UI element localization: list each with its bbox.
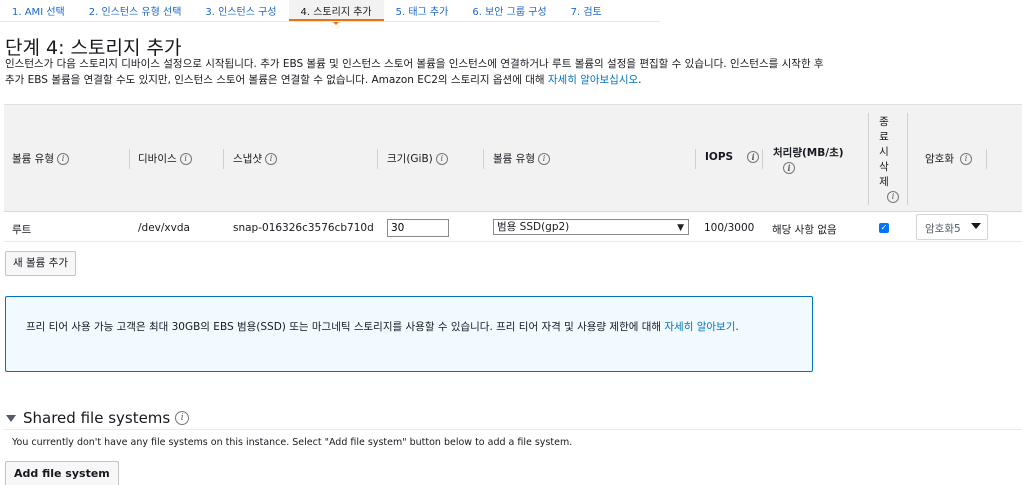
- tabs-divider: [0, 21, 660, 22]
- section-title: Shared file systems: [23, 409, 171, 427]
- row-throughput: 해당 사항 없음: [772, 224, 837, 236]
- header-iops: IOPS i: [705, 151, 760, 163]
- info-icon[interactable]: i: [435, 153, 448, 165]
- notice-text: 프리 티어 사용 가능 고객은 최대 30GB의 EBS 범용(SSD) 또는 …: [26, 321, 739, 333]
- header-snapshot: 스냅샷 i: [233, 151, 277, 166]
- add-new-volume-button[interactable]: 새 볼륨 추가: [5, 251, 76, 276]
- tab-add-tags[interactable]: 5. 태그 추가: [384, 0, 461, 21]
- header-size: 크기(GiB) i: [387, 151, 448, 166]
- chevron-down-icon: ▼: [677, 223, 684, 233]
- learn-more-storage-link[interactable]: 자세히 알아보십시오: [548, 74, 638, 86]
- volume-type-selected: 범용 SSD(gp2): [497, 221, 570, 233]
- column-divider[interactable]: [762, 149, 763, 169]
- row-snapshot: snap-016326c3576cb710d: [233, 222, 374, 234]
- info-icon[interactable]: i: [783, 162, 795, 174]
- header-ebs-volume-type: 볼륨 유형 i: [493, 151, 550, 166]
- column-divider[interactable]: [129, 149, 130, 169]
- row-device: /dev/xvda: [138, 222, 190, 234]
- tab-choose-instance-type[interactable]: 2. 인스턴스 유형 선택: [77, 0, 194, 21]
- encryption-selected: 암호화5: [925, 223, 961, 235]
- header-volume-type: 볼륨 유형 i: [12, 151, 69, 166]
- tab-choose-ami[interactable]: 1. AMI 선택: [0, 0, 77, 21]
- free-tier-notice: 프리 티어 사용 가능 고객은 최대 30GB의 EBS 범용(SSD) 또는 …: [5, 296, 813, 372]
- size-input[interactable]: [387, 219, 449, 237]
- header-delete-on-termination: 종 료 시 삭 제 i: [878, 115, 899, 205]
- column-divider[interactable]: [695, 149, 696, 169]
- section-divider: [4, 429, 1022, 430]
- page-description: 인스턴스가 다음 스토리지 디바이스 설정으로 시작됩니다. 추가 EBS 볼륨…: [5, 56, 835, 88]
- tab-add-storage[interactable]: 4. 스토리지 추가: [288, 0, 384, 25]
- tab-configure-security-group[interactable]: 6. 보안 그룹 구성: [460, 0, 558, 21]
- description-suffix: .: [638, 74, 642, 86]
- wizard-tabs: 1. AMI 선택 2. 인스턴스 유형 선택 3. 인스턴스 구성 4. 스토…: [0, 0, 614, 25]
- storage-table: 볼륨 유형 i 디바이스 i 스냅샷 i 크기(GiB) i 볼륨 유형 i IOPS i …: [4, 104, 1022, 242]
- volume-type-select[interactable]: 범용 SSD(gp2) ▼: [493, 219, 689, 235]
- shared-file-systems-section[interactable]: Shared file systems i: [6, 409, 190, 427]
- delete-on-termination-checkbox[interactable]: ✓: [879, 223, 889, 233]
- info-icon[interactable]: i: [747, 151, 760, 163]
- info-icon[interactable]: i: [175, 411, 190, 425]
- encryption-select[interactable]: 암호화5: [916, 214, 988, 240]
- header-throughput: 처리량(MB/초) i: [773, 147, 844, 174]
- info-icon[interactable]: i: [56, 153, 69, 165]
- info-icon[interactable]: i: [887, 191, 899, 203]
- table-header: 볼륨 유형 i 디바이스 i 스냅샷 i 크기(GiB) i 볼륨 유형 i IOPS i …: [4, 104, 1022, 212]
- tab-review[interactable]: 7. 검토: [559, 0, 614, 21]
- add-file-system-button[interactable]: Add file system: [5, 461, 119, 485]
- column-divider[interactable]: [483, 149, 484, 169]
- row-iops: 100/3000: [704, 222, 755, 234]
- column-divider[interactable]: [868, 113, 869, 205]
- column-divider[interactable]: [907, 113, 908, 205]
- info-icon[interactable]: i: [179, 153, 192, 165]
- learn-more-free-tier-link[interactable]: 자세히 알아보기: [664, 321, 735, 333]
- tab-configure-instance[interactable]: 3. 인스턴스 구성: [193, 0, 288, 21]
- header-encryption: 암호화 i: [925, 151, 972, 166]
- caret-down-icon: [971, 223, 981, 229]
- column-divider[interactable]: [377, 149, 378, 169]
- description-text: 인스턴스가 다음 스토리지 디바이스 설정으로 시작됩니다. 추가 EBS 볼륨…: [5, 58, 824, 86]
- info-icon[interactable]: i: [537, 153, 550, 165]
- row-volume-type: 루트: [12, 224, 32, 236]
- caret-down-icon: [6, 414, 16, 422]
- shared-fs-description: You currently don't have any file system…: [12, 437, 573, 448]
- column-divider[interactable]: [223, 149, 224, 169]
- header-device: 디바이스 i: [138, 151, 192, 166]
- info-icon[interactable]: i: [264, 153, 277, 165]
- info-icon[interactable]: i: [959, 153, 972, 165]
- column-divider[interactable]: [986, 149, 987, 169]
